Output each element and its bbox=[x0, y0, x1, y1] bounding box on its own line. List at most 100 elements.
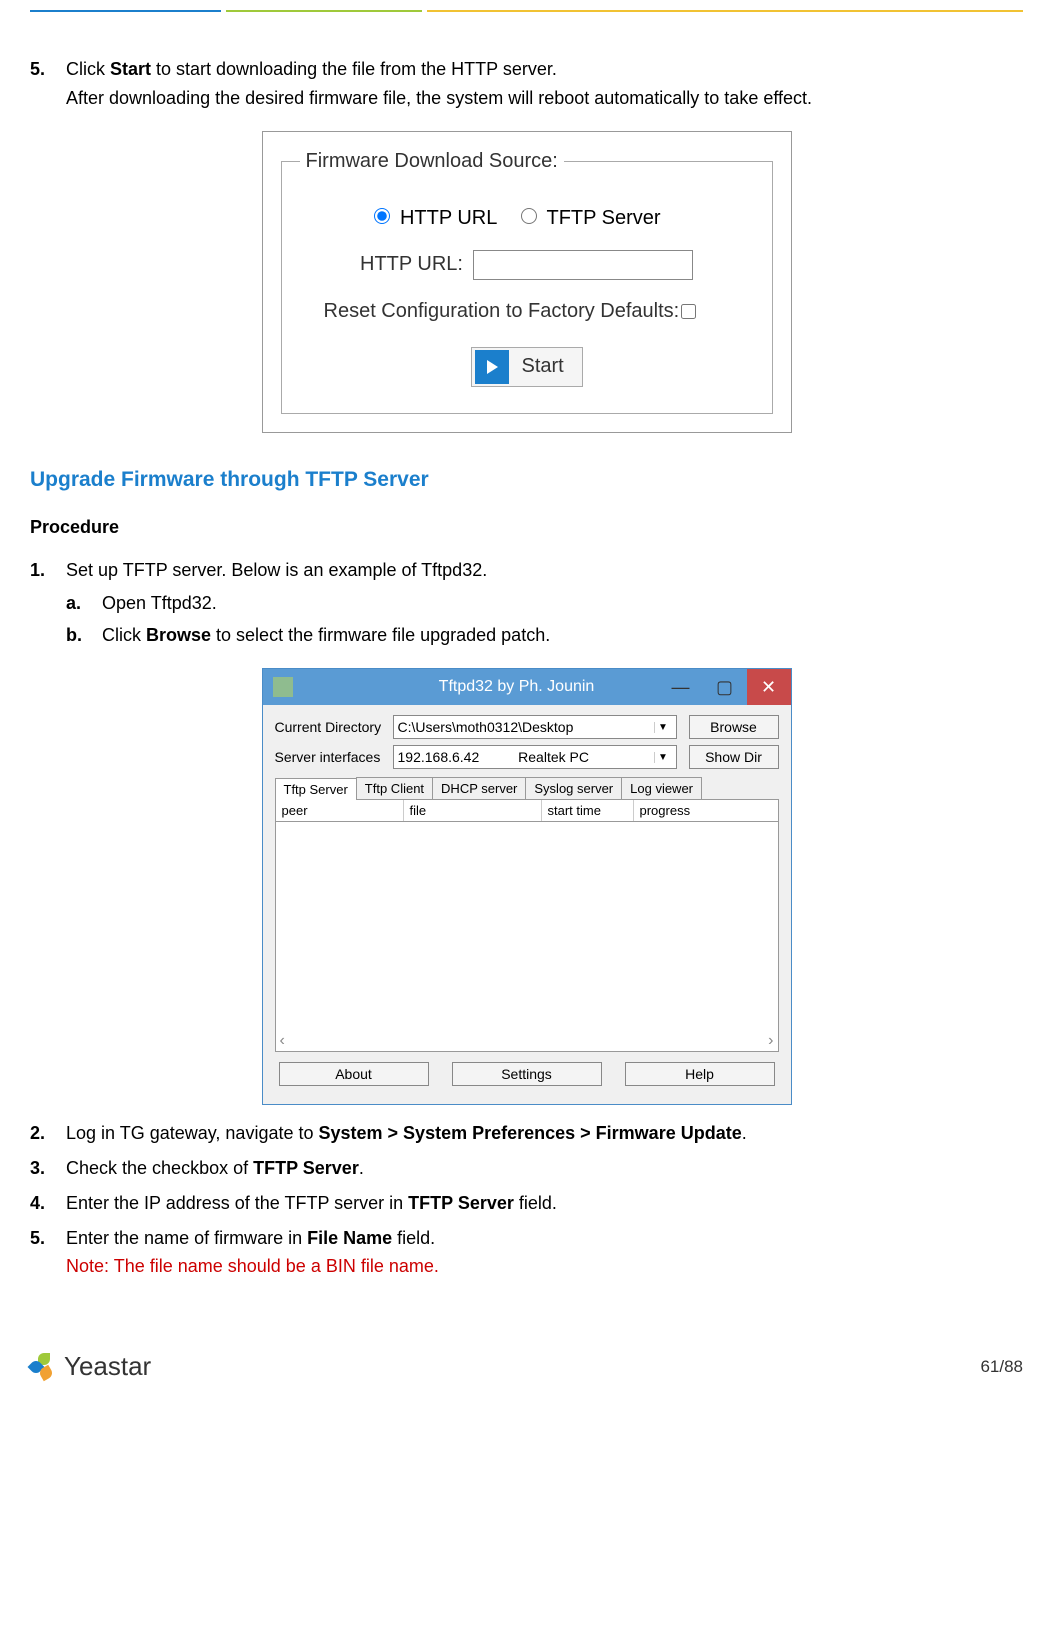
brand-name: Yeastar bbox=[64, 1351, 151, 1382]
about-button[interactable]: About bbox=[279, 1062, 429, 1086]
current-directory-combo[interactable]: C:\Users\moth0312\Desktop ▼ bbox=[393, 715, 677, 739]
help-button[interactable]: Help bbox=[625, 1062, 775, 1086]
step-1: 1. Set up TFTP server. Below is an examp… bbox=[30, 556, 1023, 654]
http-url-radio[interactable] bbox=[374, 208, 390, 224]
step-5: 5. Click Start to start downloading the … bbox=[30, 55, 1023, 113]
step-number: 5. bbox=[30, 1224, 66, 1282]
tabs: Tftp Server Tftp Client DHCP server Sysl… bbox=[275, 777, 779, 800]
text: Realtek PC bbox=[518, 749, 589, 765]
maximize-button[interactable]: ▢ bbox=[703, 669, 747, 705]
combo-value: C:\Users\moth0312\Desktop bbox=[398, 719, 654, 735]
window-controls: — ▢ ✕ bbox=[659, 669, 791, 705]
text: field. bbox=[392, 1228, 435, 1248]
text: to select the firmware file upgraded pat… bbox=[211, 625, 550, 645]
step-1a: a. Open Tftpd32. bbox=[66, 589, 1023, 618]
col-progress[interactable]: progress bbox=[634, 800, 778, 821]
col-file[interactable]: file bbox=[404, 800, 542, 821]
play-icon bbox=[475, 350, 509, 384]
http-url-radio-label: HTTP URL bbox=[400, 207, 497, 229]
settings-button[interactable]: Settings bbox=[452, 1062, 602, 1086]
bold-text: Browse bbox=[146, 625, 211, 645]
firmware-dialog: Firmware Download Source: HTTP URL TFTP … bbox=[262, 131, 792, 433]
page-footer: Yeastar 61/88 bbox=[30, 1341, 1023, 1382]
current-directory-row: Current Directory C:\Users\moth0312\Desk… bbox=[275, 715, 779, 739]
logo-icon bbox=[30, 1353, 58, 1381]
bold-text: File Name bbox=[307, 1228, 392, 1248]
page-header: TG Series User Guide bbox=[30, 0, 1023, 15]
minimize-button[interactable]: — bbox=[659, 669, 703, 705]
text: 192.168.6.42 bbox=[398, 749, 480, 765]
procedure-heading: Procedure bbox=[30, 517, 1023, 538]
chevron-down-icon: ▼ bbox=[654, 722, 672, 733]
step-body: Set up TFTP server. Below is an example … bbox=[66, 556, 1023, 654]
step-body: Enter the IP address of the TFTP server … bbox=[66, 1189, 1023, 1218]
step-5b: 5. Enter the name of firmware in File Na… bbox=[30, 1224, 1023, 1282]
text: to start downloading the file from the H… bbox=[151, 59, 557, 79]
sub-list: a. Open Tftpd32. b. Click Browse to sele… bbox=[66, 589, 1023, 651]
combo-value: 192.168.6.42 Realtek PC bbox=[398, 749, 654, 765]
scroll-left-icon: ‹ bbox=[280, 1032, 285, 1050]
text: After downloading the desired firmware f… bbox=[66, 84, 1023, 113]
header-rule-green bbox=[226, 10, 423, 12]
tftpd32-window: Tftpd32 by Ph. Jounin — ▢ ✕ Current Dire… bbox=[262, 668, 792, 1105]
text: Open Tftpd32. bbox=[102, 589, 217, 618]
radio-row: HTTP URL TFTP Server bbox=[300, 207, 754, 230]
download-source-fieldset: Firmware Download Source: HTTP URL TFTP … bbox=[281, 150, 773, 414]
tab-dhcp-server[interactable]: DHCP server bbox=[432, 777, 526, 799]
reset-checkbox[interactable] bbox=[681, 304, 696, 319]
fieldset-legend: Firmware Download Source: bbox=[300, 150, 564, 173]
page-content: 5. Click Start to start downloading the … bbox=[30, 55, 1023, 1281]
text: field. bbox=[514, 1193, 557, 1213]
scroll-right-icon: › bbox=[768, 1032, 773, 1050]
chevron-down-icon: ▼ bbox=[654, 752, 672, 763]
transfer-list[interactable]: ‹ › bbox=[275, 822, 779, 1052]
window-body: Current Directory C:\Users\moth0312\Desk… bbox=[263, 705, 791, 1104]
col-start-time[interactable]: start time bbox=[542, 800, 634, 821]
text: . bbox=[359, 1158, 364, 1178]
start-button[interactable]: Start bbox=[471, 347, 583, 387]
show-dir-button[interactable]: Show Dir bbox=[689, 745, 779, 769]
step-number: 2. bbox=[30, 1119, 66, 1148]
note-text: Note: The file name should be a BIN file… bbox=[66, 1252, 1023, 1281]
text: Set up TFTP server. Below is an example … bbox=[66, 560, 487, 580]
server-interfaces-combo[interactable]: 192.168.6.42 Realtek PC ▼ bbox=[393, 745, 677, 769]
url-row: HTTP URL: bbox=[300, 250, 754, 280]
step-3: 3. Check the checkbox of TFTP Server. bbox=[30, 1154, 1023, 1183]
current-directory-label: Current Directory bbox=[275, 719, 393, 735]
app-icon bbox=[273, 677, 293, 697]
server-interfaces-label: Server interfaces bbox=[275, 749, 393, 765]
bold-text: Start bbox=[110, 59, 151, 79]
tab-syslog-server[interactable]: Syslog server bbox=[525, 777, 622, 799]
titlebar: Tftpd32 by Ph. Jounin — ▢ ✕ bbox=[263, 669, 791, 705]
step-number: 3. bbox=[30, 1154, 66, 1183]
step-body: Click Start to start downloading the fil… bbox=[66, 55, 1023, 113]
tab-tftp-server[interactable]: Tftp Server bbox=[275, 778, 357, 800]
step-number: 4. bbox=[30, 1189, 66, 1218]
step-body: Check the checkbox of TFTP Server. bbox=[66, 1154, 1023, 1183]
page-number: 61/88 bbox=[980, 1357, 1023, 1377]
sub-letter: a. bbox=[66, 589, 102, 618]
footer-buttons: About Settings Help bbox=[275, 1052, 779, 1094]
col-peer[interactable]: peer bbox=[276, 800, 404, 821]
bold-text: TFTP Server bbox=[408, 1193, 514, 1213]
http-url-label: HTTP URL: bbox=[360, 253, 463, 276]
bold-text: System > System Preferences > Firmware U… bbox=[319, 1123, 742, 1143]
text: Click bbox=[66, 59, 110, 79]
tftp-server-radio[interactable] bbox=[521, 208, 537, 224]
http-url-input[interactable] bbox=[473, 250, 693, 280]
close-button[interactable]: ✕ bbox=[747, 669, 791, 705]
text: . bbox=[742, 1123, 747, 1143]
header-rule-yellow: TG Series User Guide bbox=[427, 10, 1023, 12]
text: Check the checkbox of bbox=[66, 1158, 253, 1178]
step-number: 1. bbox=[30, 556, 66, 654]
step-body: Enter the name of firmware in File Name … bbox=[66, 1224, 1023, 1282]
text: Log in TG gateway, navigate to bbox=[66, 1123, 319, 1143]
header-rule-blue bbox=[30, 10, 221, 12]
step-2: 2. Log in TG gateway, navigate to System… bbox=[30, 1119, 1023, 1148]
reset-row: Reset Configuration to Factory Defaults: bbox=[300, 300, 754, 323]
scrollbar-horizontal[interactable]: ‹ › bbox=[276, 1031, 778, 1051]
browse-button[interactable]: Browse bbox=[689, 715, 779, 739]
start-button-label: Start bbox=[522, 355, 564, 378]
tab-tftp-client[interactable]: Tftp Client bbox=[356, 777, 433, 799]
tab-log-viewer[interactable]: Log viewer bbox=[621, 777, 702, 799]
